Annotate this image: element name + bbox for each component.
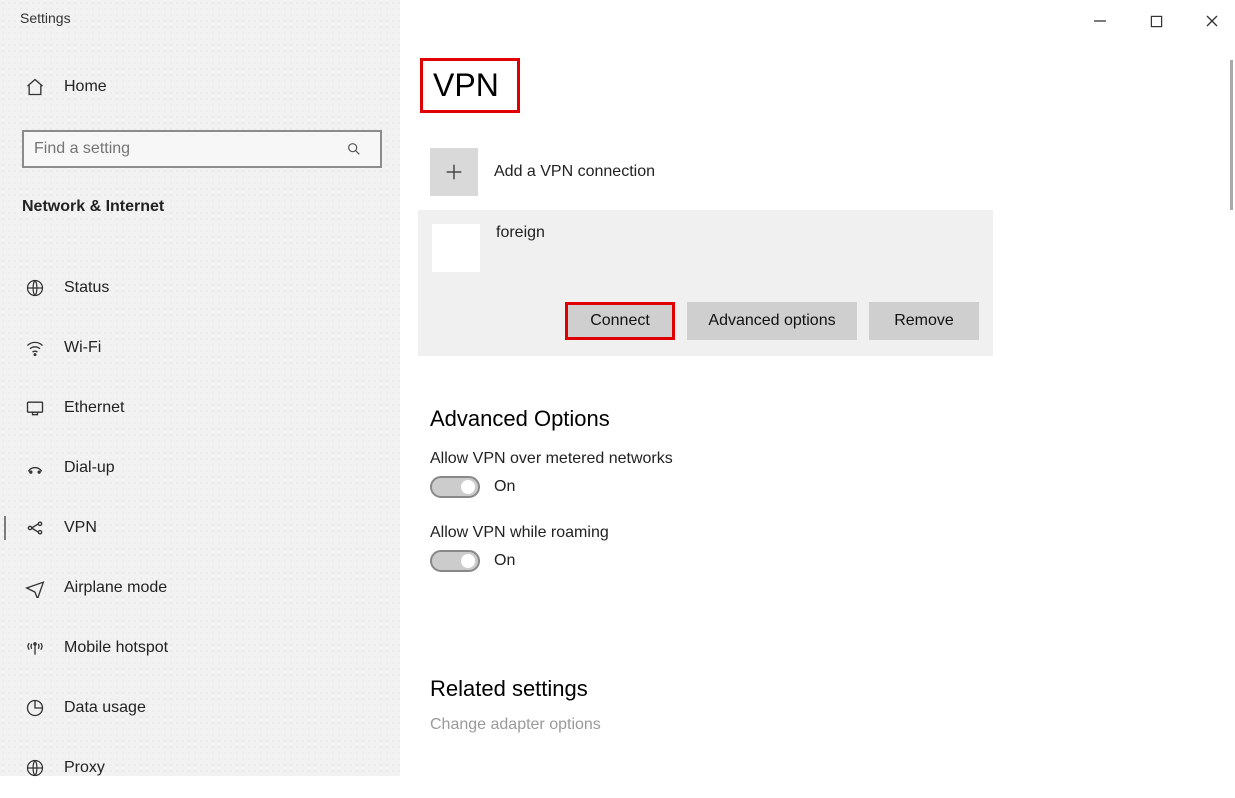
sidebar-item-dialup[interactable]: Dial-up — [0, 438, 400, 498]
link-change-adapter-options[interactable]: Change adapter options — [430, 716, 601, 734]
page-title-highlight: VPN — [420, 58, 520, 113]
search-input-wrap[interactable] — [22, 130, 382, 168]
vpn-connection-name: foreign — [496, 224, 545, 242]
toggle-roaming-state: On — [494, 552, 515, 570]
sidebar-item-wifi[interactable]: Wi-Fi — [0, 318, 400, 378]
add-vpn-button[interactable]: Add a VPN connection — [430, 148, 655, 196]
minimize-button[interactable] — [1089, 10, 1111, 32]
sidebar: Settings Home Network & Internet Status — [0, 0, 400, 776]
related-settings-heading: Related settings — [430, 676, 601, 702]
search-input[interactable] — [24, 140, 346, 158]
toggle-roaming[interactable] — [430, 550, 480, 572]
sidebar-item-label: VPN — [64, 519, 97, 537]
sidebar-item-label: Data usage — [64, 699, 146, 717]
sidebar-item-proxy[interactable]: Proxy — [0, 738, 400, 798]
sidebar-item-label: Ethernet — [64, 399, 124, 417]
add-vpn-label: Add a VPN connection — [494, 163, 655, 181]
wifi-icon — [24, 337, 46, 359]
vpn-connection-actions: Connect Advanced options Remove — [418, 302, 993, 340]
nav-home-label: Home — [64, 78, 107, 96]
app-title: Settings — [20, 10, 71, 26]
sidebar-item-label: Dial-up — [64, 459, 115, 477]
advanced-options-button[interactable]: Advanced options — [687, 302, 857, 340]
sidebar-item-vpn[interactable]: VPN — [0, 498, 400, 558]
remove-button[interactable]: Remove — [869, 302, 979, 340]
nav-home[interactable]: Home — [24, 76, 107, 98]
sidebar-item-status[interactable]: Status — [0, 258, 400, 318]
sidebar-item-label: Mobile hotspot — [64, 639, 168, 657]
sidebar-nav: Status Wi-Fi Ethernet D — [0, 258, 400, 798]
vpn-icon — [24, 517, 46, 539]
connect-button[interactable]: Connect — [565, 302, 675, 340]
advanced-options-section: Advanced Options Allow VPN over metered … — [430, 406, 673, 572]
option-metered-label: Allow VPN over metered networks — [430, 450, 673, 468]
sidebar-item-hotspot[interactable]: Mobile hotspot — [0, 618, 400, 678]
toggle-metered[interactable] — [430, 476, 480, 498]
status-icon — [24, 277, 46, 299]
vpn-connection-header[interactable]: foreign — [418, 210, 993, 302]
sidebar-item-label: Status — [64, 279, 109, 297]
main-pane: VPN Add a VPN connection foreign Connect… — [400, 0, 1235, 776]
sidebar-item-label: Airplane mode — [64, 579, 167, 597]
sidebar-item-datausage[interactable]: Data usage — [0, 678, 400, 738]
page-title: VPN — [433, 67, 499, 103]
close-button[interactable] — [1201, 10, 1223, 32]
titlebar-controls — [1089, 10, 1223, 32]
vpn-connection-panel: foreign Connect Advanced options Remove — [418, 210, 993, 356]
vpn-connection-icon — [432, 224, 480, 272]
sidebar-item-ethernet[interactable]: Ethernet — [0, 378, 400, 438]
ethernet-icon — [24, 397, 46, 419]
sidebar-item-airplane[interactable]: Airplane mode — [0, 558, 400, 618]
scrollbar-thumb[interactable] — [1230, 60, 1233, 210]
toggle-metered-state: On — [494, 478, 515, 496]
sidebar-item-label: Proxy — [64, 759, 105, 777]
airplane-icon — [24, 577, 46, 599]
related-settings-section: Related settings Change adapter options — [430, 676, 601, 734]
hotspot-icon — [24, 637, 46, 659]
option-metered: Allow VPN over metered networks On — [430, 450, 673, 498]
sidebar-section-label: Network & Internet — [22, 198, 164, 216]
dialup-icon — [24, 457, 46, 479]
plus-icon — [430, 148, 478, 196]
maximize-button[interactable] — [1145, 10, 1167, 32]
option-roaming: Allow VPN while roaming On — [430, 524, 673, 572]
sidebar-item-label: Wi-Fi — [64, 339, 101, 357]
search-icon — [346, 141, 380, 157]
datausage-icon — [24, 697, 46, 719]
advanced-options-heading: Advanced Options — [430, 406, 673, 432]
option-roaming-label: Allow VPN while roaming — [430, 524, 673, 542]
home-icon — [24, 76, 46, 98]
